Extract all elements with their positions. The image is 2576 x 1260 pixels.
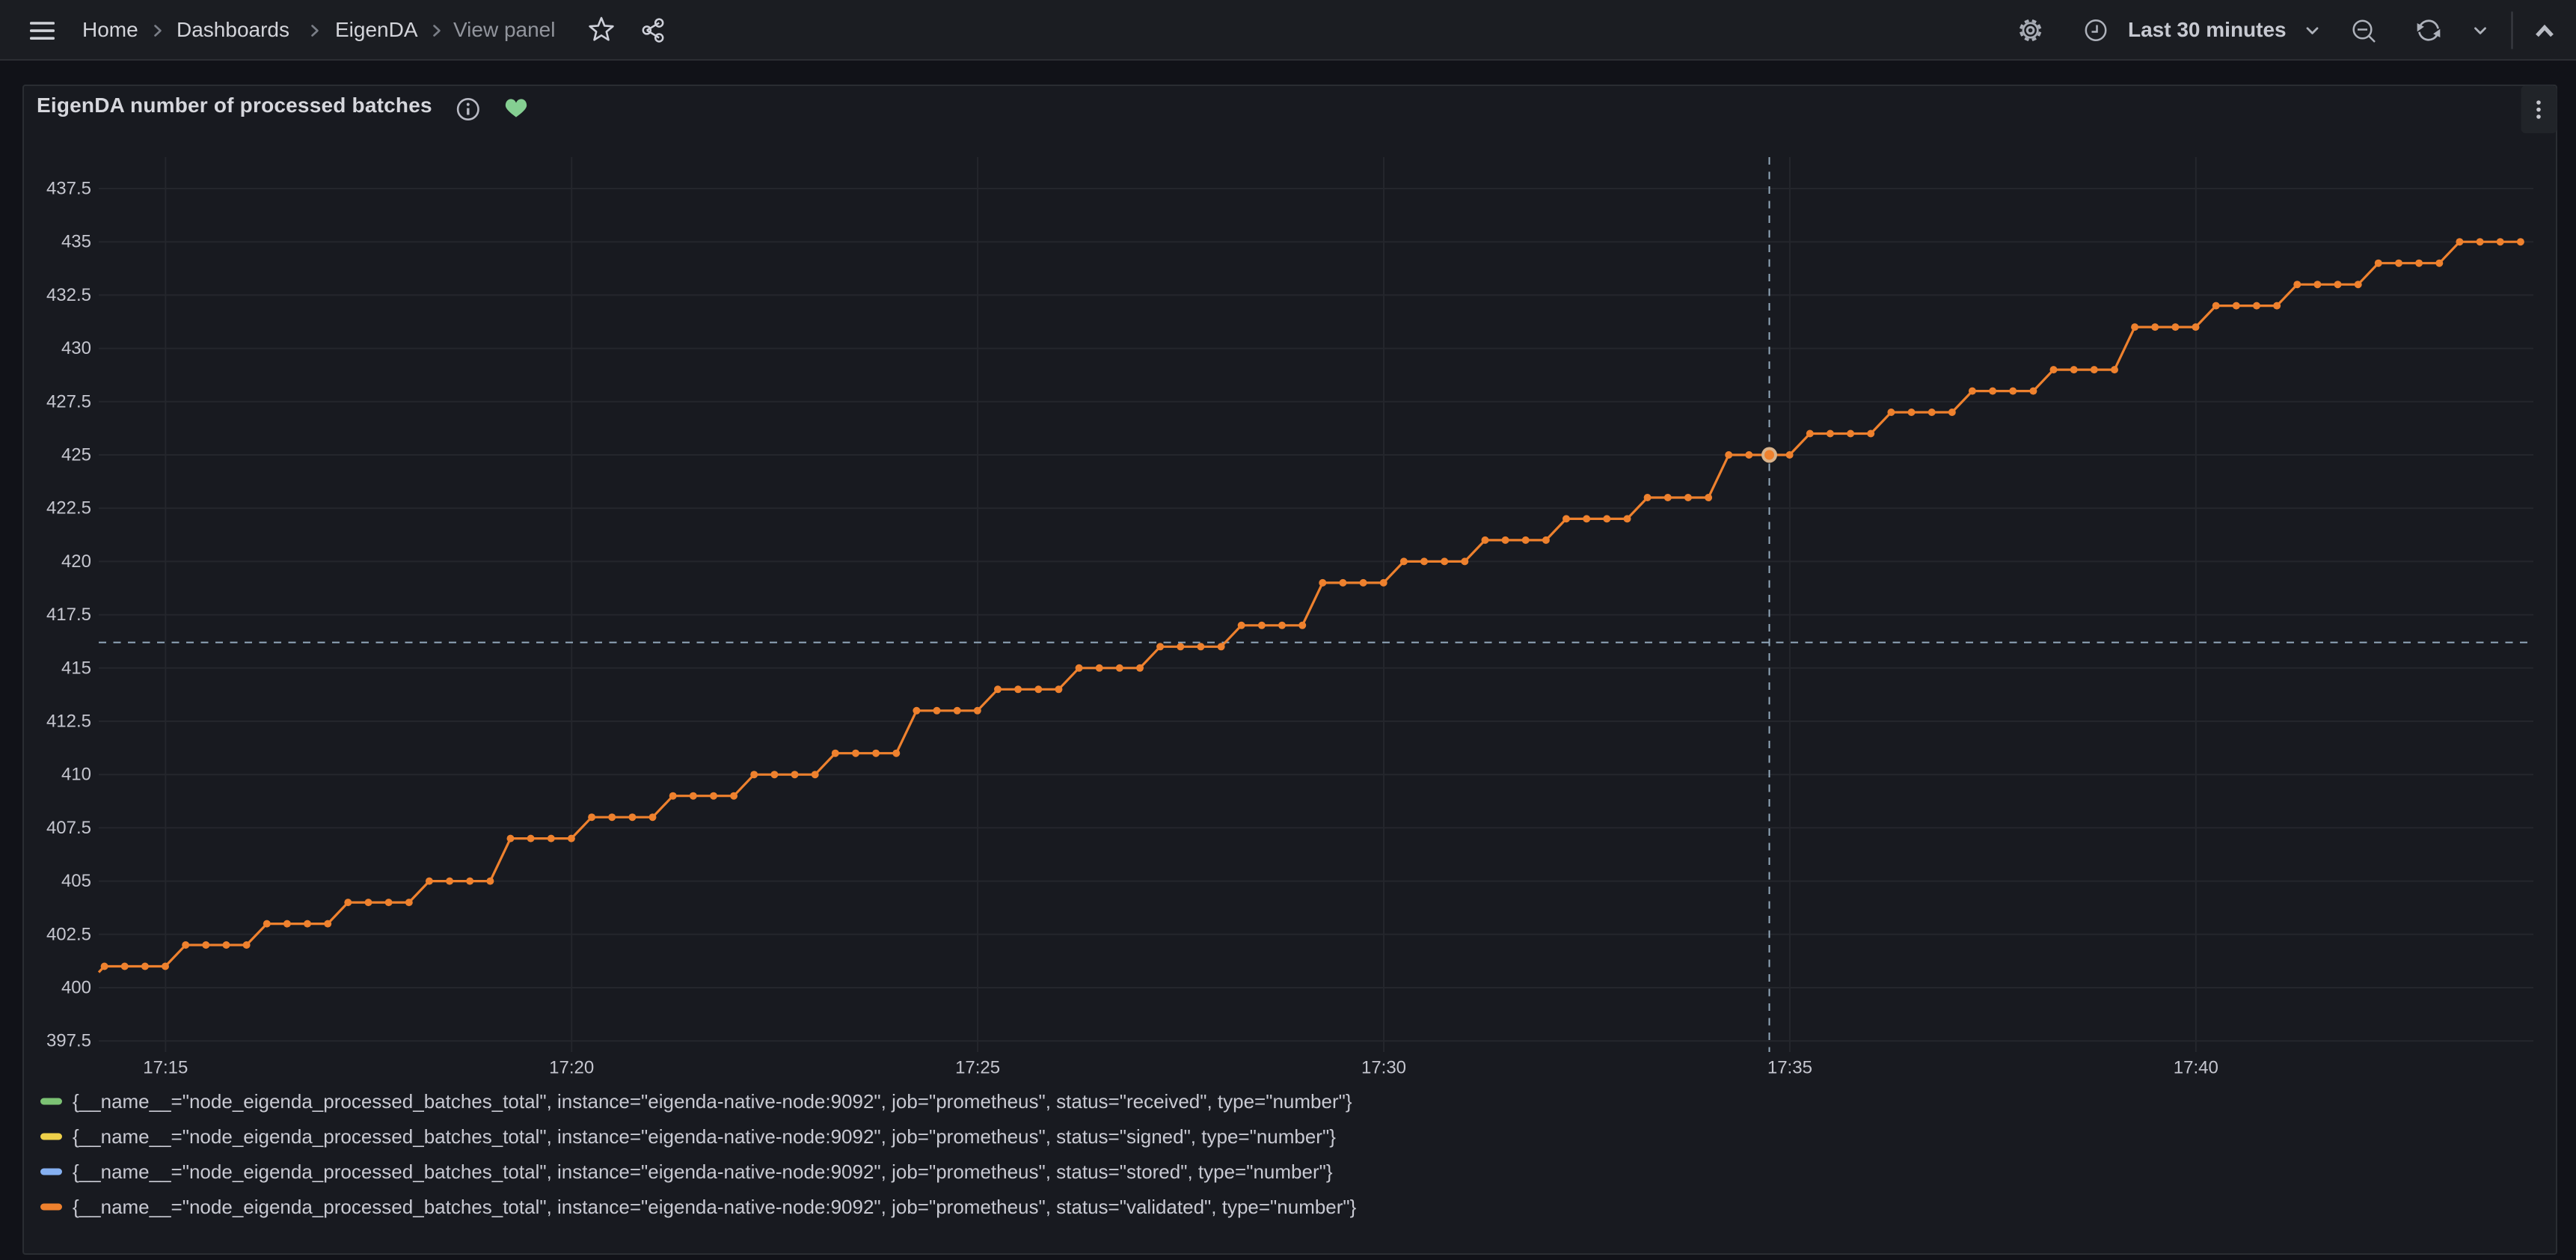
svg-text:397.5: 397.5 bbox=[46, 1031, 91, 1051]
svg-text:415: 415 bbox=[61, 658, 91, 678]
svg-text:430: 430 bbox=[61, 338, 91, 358]
svg-text:17:40: 17:40 bbox=[2174, 1058, 2218, 1078]
svg-text:410: 410 bbox=[61, 765, 91, 785]
svg-text:420: 420 bbox=[61, 551, 91, 572]
svg-text:{__name__="node_eigenda_proces: {__name__="node_eigenda_processed_batche… bbox=[73, 1090, 1352, 1113]
svg-text:417.5: 417.5 bbox=[46, 605, 91, 625]
svg-text:17:35: 17:35 bbox=[1767, 1058, 1812, 1078]
svg-text:17:30: 17:30 bbox=[1361, 1058, 1406, 1078]
svg-text:17:20: 17:20 bbox=[549, 1058, 594, 1078]
svg-text:{__name__="node_eigenda_proces: {__name__="node_eigenda_processed_batche… bbox=[73, 1196, 1357, 1218]
svg-text:427.5: 427.5 bbox=[46, 391, 91, 412]
svg-text:402.5: 402.5 bbox=[46, 924, 91, 944]
svg-text:{__name__="node_eigenda_proces: {__name__="node_eigenda_processed_batche… bbox=[73, 1125, 1336, 1148]
svg-text:17:15: 17:15 bbox=[143, 1058, 188, 1078]
svg-text:422.5: 422.5 bbox=[46, 498, 91, 519]
svg-text:407.5: 407.5 bbox=[46, 818, 91, 838]
svg-text:425: 425 bbox=[61, 445, 91, 465]
svg-text:437.5: 437.5 bbox=[46, 179, 91, 199]
svg-text:412.5: 412.5 bbox=[46, 712, 91, 732]
svg-text:405: 405 bbox=[61, 871, 91, 891]
svg-text:17:25: 17:25 bbox=[955, 1058, 1000, 1078]
svg-text:400: 400 bbox=[61, 978, 91, 998]
svg-text:435: 435 bbox=[61, 232, 91, 252]
svg-text:432.5: 432.5 bbox=[46, 285, 91, 305]
svg-text:{__name__="node_eigenda_proces: {__name__="node_eigenda_processed_batche… bbox=[73, 1160, 1333, 1183]
